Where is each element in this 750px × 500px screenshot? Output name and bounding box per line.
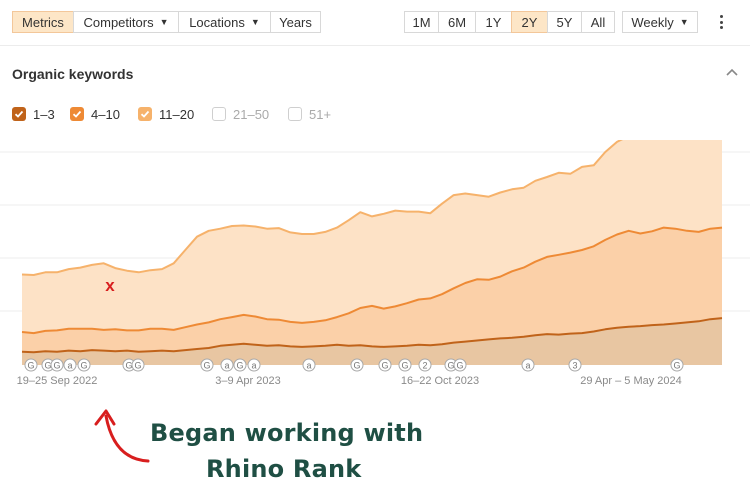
svg-text:G: G xyxy=(125,361,132,371)
section-title: Organic keywords xyxy=(12,66,134,82)
event-marker[interactable]: a xyxy=(220,358,234,372)
svg-text:G: G xyxy=(381,361,388,371)
interval-label: Weekly xyxy=(631,14,674,30)
event-marker[interactable]: G xyxy=(378,358,392,372)
caption-line-1: Began working with xyxy=(150,419,424,447)
checkbox-checked-icon[interactable] xyxy=(70,107,84,121)
interval-select[interactable]: Weekly ▼ xyxy=(622,11,698,33)
svg-text:G: G xyxy=(401,361,408,371)
event-marker[interactable]: G xyxy=(453,358,467,372)
svg-text:2: 2 xyxy=(422,361,427,371)
more-options-icon[interactable] xyxy=(714,12,728,32)
range-1m-button[interactable]: 1M xyxy=(404,11,439,33)
annotation-x-mark: x xyxy=(105,276,115,295)
range-label: 1M xyxy=(412,14,431,30)
svg-text:a: a xyxy=(251,361,256,371)
x-tick-label: 16–22 Oct 2023 xyxy=(401,375,479,387)
svg-text:G: G xyxy=(27,361,34,371)
years-tab-label: Years xyxy=(279,14,312,30)
event-marker[interactable]: a xyxy=(521,358,535,372)
event-marker[interactable]: G xyxy=(24,358,38,372)
svg-text:G: G xyxy=(134,361,141,371)
event-marker[interactable]: G xyxy=(131,358,145,372)
svg-text:a: a xyxy=(306,361,311,371)
svg-text:a: a xyxy=(224,361,229,371)
metrics-tab[interactable]: Metrics xyxy=(12,11,74,33)
checkbox-checked-icon[interactable] xyxy=(138,107,152,121)
svg-text:G: G xyxy=(447,361,454,371)
legend-item[interactable]: 21–50 xyxy=(212,106,269,122)
event-marker[interactable]: G xyxy=(233,358,247,372)
range-all-button[interactable]: All xyxy=(581,11,615,33)
event-marker[interactable]: G xyxy=(350,358,364,372)
legend-item[interactable]: 51+ xyxy=(288,106,331,122)
locations-tab[interactable]: Locations ▼ xyxy=(178,11,271,33)
metrics-tab-label: Metrics xyxy=(22,14,64,30)
years-tab[interactable]: Years xyxy=(270,11,321,33)
range-5y-button[interactable]: 5Y xyxy=(547,11,582,33)
chevron-down-icon: ▼ xyxy=(250,17,260,27)
legend-label: 4–10 xyxy=(91,106,120,122)
legend-label: 11–20 xyxy=(159,106,195,122)
checkbox-unchecked-icon[interactable] xyxy=(288,107,302,121)
event-marker[interactable]: a xyxy=(247,358,261,372)
chevron-up-icon[interactable] xyxy=(724,64,740,80)
event-marker[interactable]: 3 xyxy=(568,358,582,372)
chevron-down-icon: ▼ xyxy=(679,17,689,27)
legend-item[interactable]: 11–20 xyxy=(138,106,194,122)
range-label: 1Y xyxy=(485,14,502,30)
legend-item[interactable]: 1–3 xyxy=(12,106,55,122)
x-tick-label: 3–9 Apr 2023 xyxy=(215,375,280,387)
legend-label: 21–50 xyxy=(233,106,270,122)
legend-label: 1–3 xyxy=(33,106,55,122)
svg-text:a: a xyxy=(67,361,72,371)
range-label: 5Y xyxy=(556,14,573,30)
checkbox-unchecked-icon[interactable] xyxy=(212,107,226,121)
svg-text:G: G xyxy=(353,361,360,371)
svg-text:G: G xyxy=(456,361,463,371)
event-marker[interactable]: G xyxy=(398,358,412,372)
toolbar-divider xyxy=(0,45,750,46)
event-marker[interactable]: G xyxy=(200,358,214,372)
event-marker[interactable]: a xyxy=(302,358,316,372)
event-marker[interactable]: G xyxy=(77,358,91,372)
competitors-tab[interactable]: Competitors ▼ xyxy=(73,11,179,33)
x-tick-label: 29 Apr – 5 May 2024 xyxy=(580,375,682,387)
svg-text:a: a xyxy=(525,361,530,371)
svg-text:G: G xyxy=(203,361,210,371)
range-label: 2Y xyxy=(521,14,538,30)
svg-text:G: G xyxy=(673,361,680,371)
checkbox-checked-icon[interactable] xyxy=(12,107,26,121)
event-marker[interactable]: G xyxy=(670,358,684,372)
legend-item[interactable]: 4–10 xyxy=(70,106,120,122)
event-marker[interactable]: 2 xyxy=(418,358,432,372)
competitors-tab-label: Competitors xyxy=(83,14,154,30)
range-2y-button[interactable]: 2Y xyxy=(511,11,548,33)
event-marker[interactable]: G xyxy=(50,358,64,372)
range-1y-button[interactable]: 1Y xyxy=(475,11,512,33)
organic-keywords-chart: xG G Ga G G G Ga Ga a G G G 2 G Ga 3 G19–25 Sep 2022 3–9 … xyxy=(0,140,750,387)
svg-text:G: G xyxy=(236,361,243,371)
legend-label: 51+ xyxy=(309,106,332,122)
range-label: All xyxy=(590,14,606,30)
svg-text:G: G xyxy=(53,361,60,371)
caption-line-2: Rhino Rank xyxy=(206,455,362,483)
svg-text:G: G xyxy=(80,361,87,371)
svg-text:3: 3 xyxy=(572,361,577,371)
range-6m-button[interactable]: 6M xyxy=(438,11,476,33)
locations-tab-label: Locations xyxy=(189,14,245,30)
svg-text:G: G xyxy=(44,361,51,371)
range-label: 6M xyxy=(447,14,467,30)
event-marker[interactable]: a xyxy=(63,358,77,372)
x-tick-label: 19–25 Sep 2022 xyxy=(17,375,98,387)
chevron-down-icon: ▼ xyxy=(159,17,169,27)
